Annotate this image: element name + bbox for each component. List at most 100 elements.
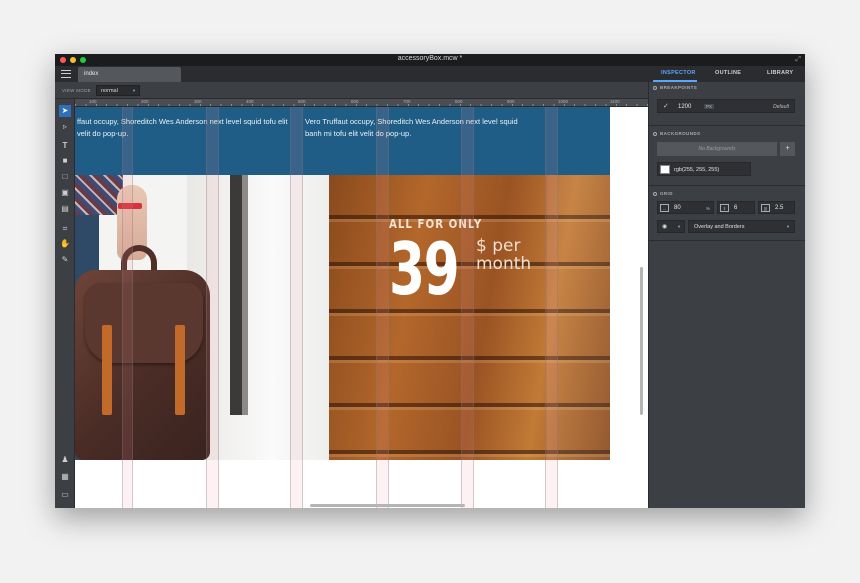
window-title: accessoryBox.mcw *	[397, 55, 463, 62]
grid-columns-icon: ⦀	[720, 204, 729, 212]
crop-tool-icon[interactable]: ⌗	[59, 223, 71, 235]
backpack-strap	[102, 325, 112, 415]
breakpoint-row[interactable]: ✓ 1200 PX Default	[657, 99, 795, 113]
view-mode-select[interactable]: normal ▼	[96, 85, 140, 96]
backgrounds-section-header[interactable]: BACKGROUNDS	[653, 131, 700, 136]
background-color-field[interactable]: rgb(255, 255, 255)	[657, 162, 751, 176]
tab-inspector[interactable]: INSPECTOR	[661, 70, 696, 76]
tools-sidebar: ➤ ▹ T ■ □ ▣ ▤ ⌗ ✋ ✎ ♟ ▦ ▭	[55, 99, 75, 508]
door-frame-edge	[242, 175, 248, 415]
backgrounds-heading: BACKGROUNDS	[660, 131, 701, 136]
ruler-label: 100	[89, 99, 97, 104]
add-background-button[interactable]: +	[780, 142, 795, 156]
horizontal-ruler: 100 200 300 400 500 600 700 800 900 1000…	[75, 99, 648, 107]
chevron-down-icon: ▼	[786, 224, 790, 229]
grid-section-header[interactable]: GRID	[653, 191, 673, 196]
ruler-label: 300	[194, 99, 202, 104]
banner-paragraph-left[interactable]: ffaut occupy, Shoreditch Wes Anderson ne…	[77, 116, 302, 139]
inspector-panel: INSPECTOR OUTLINE LIBRARY BREAKPOINTS ✓ …	[648, 66, 805, 508]
design-canvas[interactable]: ffaut occupy, Shoreditch Wes Anderson ne…	[75, 107, 648, 508]
document-tab-bar: index	[55, 66, 648, 82]
collapse-toggle-icon	[653, 85, 657, 90]
text-tool-icon[interactable]: T	[59, 140, 71, 152]
app-window: accessoryBox.mcw * ⤢ index VIEW MODE nor…	[55, 54, 805, 508]
grid-gutter-value[interactable]: 2.5	[775, 205, 783, 211]
active-tab-indicator	[653, 80, 697, 82]
grid-gutter-icon: ▥	[761, 204, 770, 212]
image-tool-icon[interactable]: ▣	[59, 187, 71, 199]
ruler-label: 700	[403, 99, 411, 104]
grid-columns-value[interactable]: 6	[734, 205, 737, 211]
backpack-photo[interactable]	[75, 175, 329, 460]
collapse-toggle-icon	[653, 131, 657, 136]
collapse-toggle-icon	[653, 191, 657, 196]
ruler-label: 400	[246, 99, 254, 104]
select-tool-arrow-icon[interactable]: ➤	[59, 105, 71, 117]
breakpoint-default-label: Default	[773, 104, 789, 110]
section-divider	[649, 125, 805, 126]
breakpoints-section-header[interactable]: BREAKPOINTS	[653, 85, 697, 90]
section-divider	[649, 240, 805, 241]
ruler-label: 200	[141, 99, 149, 104]
view-mode-label: VIEW MODE	[62, 88, 91, 93]
grid-width-value[interactable]: 80	[674, 205, 681, 211]
tab-outline[interactable]: OUTLINE	[715, 70, 741, 76]
grid-overlay-mode-select[interactable]: Overlay and Borders ▼	[688, 220, 795, 233]
no-backgrounds-field[interactable]: No Backgrounds	[657, 142, 777, 156]
assets-icon[interactable]: ▦	[59, 471, 71, 483]
grid-overlay-mode-value: Overlay and Borders	[694, 224, 745, 230]
ruler-label: 1000	[558, 99, 569, 104]
view-mode-value: normal	[101, 88, 118, 94]
view-mode-bar: VIEW MODE normal ▼	[55, 82, 648, 99]
breakpoint-width[interactable]: 1200	[678, 104, 691, 110]
color-swatch[interactable]	[660, 165, 670, 174]
breakpoint-unit: PX	[704, 104, 715, 109]
ruler-label: 1100	[610, 99, 620, 104]
section-divider	[649, 185, 805, 186]
wood-highlight	[547, 175, 610, 460]
chat-icon[interactable]: ▭	[59, 489, 71, 501]
backpack-strap	[175, 325, 185, 415]
banner-paragraph-right[interactable]: Vero Truffaut occupy, Shoreditch Wes And…	[305, 116, 530, 139]
rectangle-tool-icon[interactable]: □	[59, 171, 71, 183]
grid-heading: GRID	[660, 191, 673, 196]
grid-visibility-toggle[interactable]: ◉ ▼	[657, 220, 685, 233]
offer-unit-line1[interactable]: $ per	[476, 238, 520, 255]
horizontal-scrollbar[interactable]	[310, 504, 465, 507]
door-frame	[230, 175, 242, 415]
direct-select-tool-icon[interactable]: ▹	[59, 121, 71, 133]
background-color-value[interactable]: rgb(255, 255, 255)	[674, 167, 719, 173]
user-icon[interactable]: ♟	[59, 454, 71, 466]
ruler-label: 800	[455, 99, 463, 104]
wrist-watch	[118, 203, 142, 209]
offer-unit-line2[interactable]: month	[476, 256, 531, 273]
eyedropper-tool-icon[interactable]: ✎	[59, 254, 71, 266]
grid-columns-field[interactable]: ⦀ 6	[717, 201, 755, 214]
ruler-label: 900	[507, 99, 515, 104]
widget-tool-icon[interactable]: ▤	[59, 203, 71, 215]
hamburger-menu-icon[interactable]	[61, 70, 71, 78]
chevron-down-icon: ▼	[677, 224, 681, 229]
eye-icon: ◉	[662, 224, 668, 230]
checkmark-icon: ✓	[663, 103, 669, 110]
grid-width-field[interactable]: ↔ 80 %	[657, 201, 714, 214]
header-banner[interactable]: ffaut occupy, Shoreditch Wes Anderson ne…	[75, 107, 610, 175]
person-shirt	[75, 175, 123, 215]
offer-price[interactable]: 39	[389, 233, 460, 305]
ruler-label: 500	[298, 99, 306, 104]
tab-library[interactable]: LIBRARY	[767, 70, 793, 76]
ruler-label: 600	[351, 99, 359, 104]
document-tab-index[interactable]: index	[78, 67, 181, 82]
box-tool-icon[interactable]: ■	[59, 155, 71, 167]
wood-stairs-photo[interactable]: ALL FOR ONLY 39 $ per month	[329, 175, 610, 460]
hand-tool-icon[interactable]: ✋	[59, 238, 71, 250]
vertical-scrollbar[interactable]	[640, 267, 643, 415]
grid-width-unit: %	[705, 205, 710, 211]
fullscreen-icon[interactable]: ⤢	[795, 56, 801, 64]
chevron-down-icon: ▼	[132, 88, 136, 93]
grid-width-icon: ↔	[660, 204, 669, 212]
inspector-tab-bar: INSPECTOR OUTLINE LIBRARY	[649, 66, 805, 82]
grid-gutter-field[interactable]: ▥ 2.5	[758, 201, 795, 214]
title-bar: accessoryBox.mcw * ⤢	[55, 54, 805, 66]
breakpoints-heading: BREAKPOINTS	[660, 85, 698, 90]
